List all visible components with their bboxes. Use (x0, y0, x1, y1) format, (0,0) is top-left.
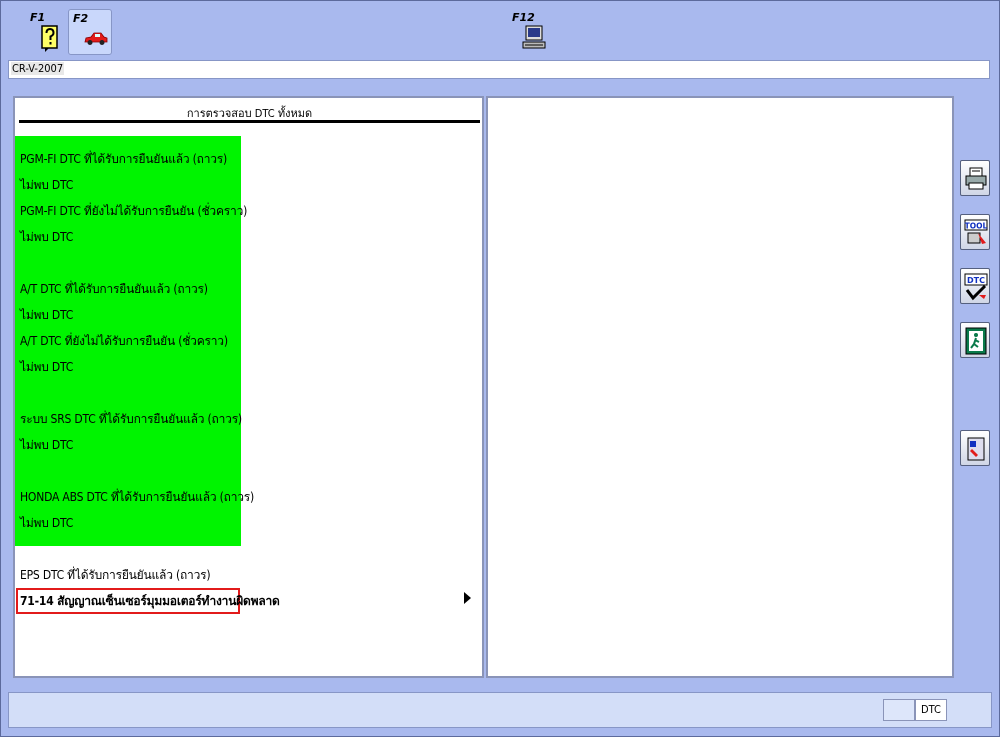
expand-arrow-icon[interactable] (464, 592, 471, 604)
dtc-status-label: DTC (915, 699, 947, 721)
title-divider (19, 120, 480, 123)
dtc-row[interactable]: PGM-FI DTC ที่ยังไม่ได้รับการยืนยัน (ชั่… (20, 202, 247, 221)
computer-icon (522, 25, 546, 49)
help-icon (41, 25, 58, 52)
dtc-row[interactable]: ระบบ SRS DTC ที่ได้รับการยืนยันแล้ว (ถาว… (20, 410, 242, 429)
status-box (883, 699, 915, 721)
f2-label: F2 (73, 12, 89, 25)
dtc-row[interactable]: ไม่พบ DTC (20, 514, 73, 533)
dtc-check-button[interactable]: DTC (960, 268, 990, 304)
dtc-row[interactable]: HONDA ABS DTC ที่ได้รับการยืนยันแล้ว (ถา… (20, 488, 254, 507)
f12-computer-button[interactable]: F12 (508, 9, 550, 54)
f1-label: F1 (30, 11, 46, 24)
dtc-text: DTC (967, 276, 985, 285)
tool-button[interactable]: TOOL (960, 214, 990, 250)
dtc-check-icon: DTC (964, 273, 988, 301)
selected-dtc-row[interactable]: 71-14 สัญญาณเซ็นเซอร์มุมมอเตอร์ทำงานผิดพ… (20, 592, 280, 611)
dtc-row[interactable]: ไม่พบ DTC (20, 176, 73, 195)
dtc-row[interactable]: ไม่พบ DTC (20, 436, 73, 455)
print-button[interactable] (960, 160, 990, 196)
f1-help-button[interactable]: F1 (26, 9, 68, 54)
tool-icon: TOOL (964, 219, 988, 244)
printer-icon (965, 167, 987, 190)
exit-icon (965, 327, 987, 355)
dtc-row[interactable]: ไม่พบ DTC (20, 358, 73, 377)
vehicle-model: CR-V-2007 (11, 62, 65, 75)
dtc-row[interactable]: ไม่พบ DTC (20, 228, 73, 247)
vehicle-bar: CR-V-2007 (8, 60, 990, 79)
f12-label: F12 (512, 11, 535, 24)
detail-panel (486, 96, 954, 678)
dtc-row[interactable]: PGM-FI DTC ที่ได้รับการยืนยันแล้ว (ถาวร) (20, 150, 227, 169)
dtc-row[interactable]: ไม่พบ DTC (20, 306, 73, 325)
dtc-list-panel: การตรวจสอบ DTC ทั้งหมด PGM-FI DTC ที่ได้… (13, 96, 484, 678)
dtc-row[interactable]: EPS DTC ที่ได้รับการยืนยันแล้ว (ถาวร) (20, 566, 211, 585)
dtc-row[interactable]: A/T DTC ที่ได้รับการยืนยันแล้ว (ถาวร) (20, 280, 208, 299)
book-icon (967, 437, 985, 461)
dtc-row[interactable]: A/T DTC ที่ยังไม่ได้รับการยืนยัน (ชั่วคร… (20, 332, 228, 351)
manual-button[interactable] (960, 430, 990, 466)
tool-text: TOOL (965, 222, 988, 231)
car-icon (84, 32, 108, 45)
exit-button[interactable] (960, 322, 990, 358)
f2-vehicle-button[interactable]: F2 (68, 9, 112, 55)
status-bar: DTC (8, 692, 992, 728)
